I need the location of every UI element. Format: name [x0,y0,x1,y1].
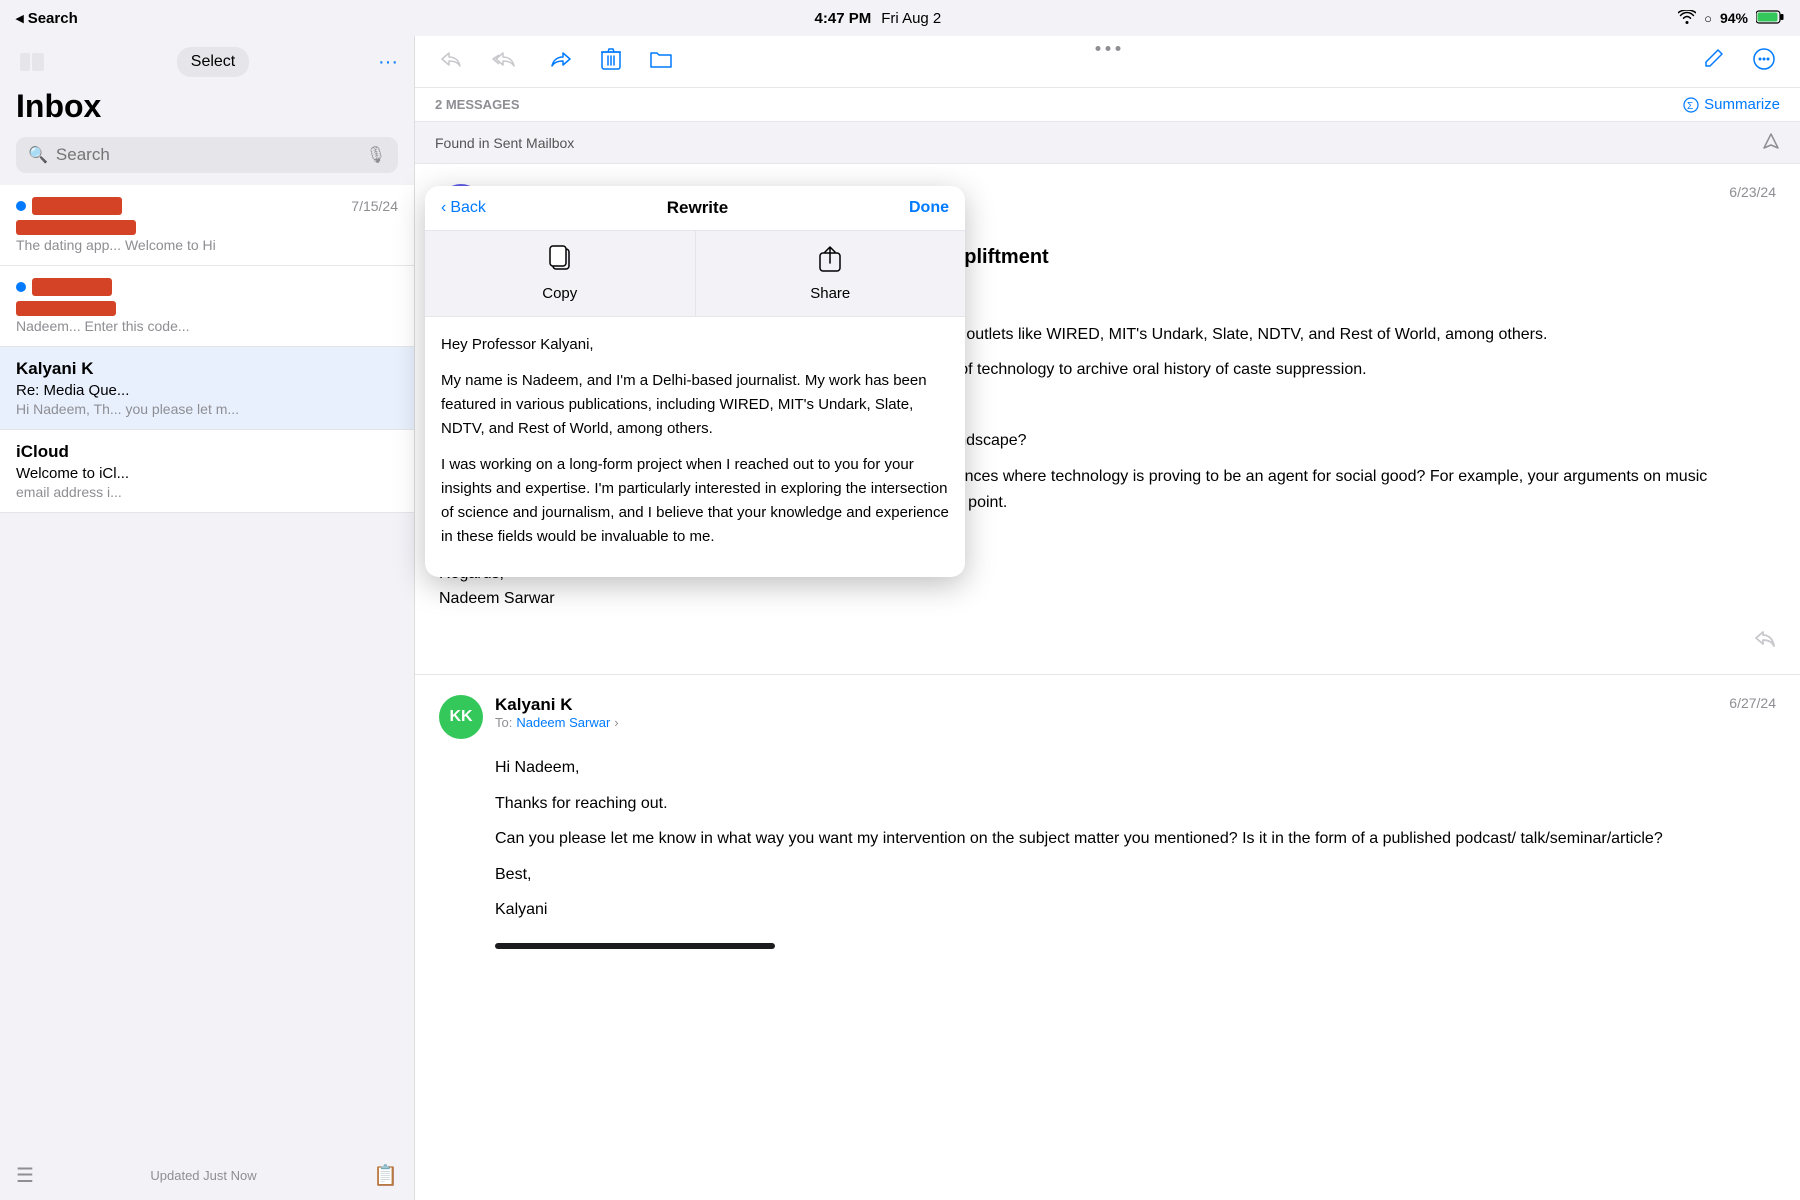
to-name-link[interactable]: Nadeem Sarwar [516,715,610,730]
email-message-2: KK Kalyani K To: Nadeem Sarwar › 6/27/24… [415,675,1800,969]
found-in-bar: Found in Sent Mailbox [415,122,1800,164]
rewrite-actions: Copy Share [425,231,965,317]
mail-date: 7/15/24 [351,198,398,214]
copy-icon [547,245,573,279]
mail-preview: The dating app... Welcome to Hi [16,237,398,253]
status-date: Fri Aug 2 [881,10,941,27]
sidebar-toolbar: Select ··· [0,36,414,88]
battery-label: 94% [1720,10,1748,26]
share-icon [818,245,842,279]
rewrite-overlay: ‹ Back Rewrite Done Copy [425,186,965,577]
status-back[interactable]: ◂ Search [16,9,78,27]
mail-preview: Hi Nadeem, Th... you please let m... [16,401,398,417]
send-icon [1762,132,1780,153]
mail-subject: Re: Media Que... [16,382,398,399]
list-icon[interactable]: ☰ [16,1163,34,1188]
messages-count: 2 MESSAGES [435,97,520,112]
top-dots [1095,46,1120,51]
mail-subject [16,299,398,316]
mail-preview: Nadeem... Enter this code... [16,318,398,334]
rewrite-title: Rewrite [667,198,728,218]
content-panel: 2 MESSAGES Σ Summarize Found in Sent Mai… [415,36,1800,1200]
mic-icon[interactable]: 🎙 [366,145,386,165]
search-icon: 🔍 [28,145,48,165]
mail-subject [16,218,398,235]
messages-count-bar: 2 MESSAGES Σ Summarize [415,88,1800,122]
mail-sender [16,197,122,215]
reply-icon[interactable] [1754,630,1776,654]
copy-label: Copy [542,285,577,302]
status-bar: ◂ Search 4:47 PM Fri Aug 2 ○ 94% [0,0,1800,36]
email-date: 6/23/24 [1729,184,1776,200]
copy-button[interactable]: Copy [425,231,696,316]
mail-subject: Welcome to iCl... [16,465,398,482]
rewrite-done-button[interactable]: Done [909,199,949,217]
select-button[interactable]: Select [177,47,249,77]
mail-preview: email address i... [16,484,398,500]
share-button[interactable]: Share [696,231,966,316]
footer-updated-text: Updated Just Now [150,1168,256,1183]
note-icon[interactable]: 📋 [373,1163,398,1188]
content-toolbar [415,36,1800,88]
search-input[interactable] [56,145,358,165]
mail-item[interactable]: Nadeem... Enter this code... [0,266,414,347]
mail-sender: Kalyani K [16,359,93,379]
sidebar-toggle-button[interactable] [16,49,48,75]
rewrite-content: Hey Professor Kalyani, My name is Nadeem… [425,317,965,577]
sidebar-footer: ☰ Updated Just Now 📋 [0,1151,414,1200]
battery-icon [1756,10,1784,27]
trash-button[interactable] [597,44,625,80]
compose-button[interactable] [1698,44,1728,80]
svg-text:Σ: Σ [1687,101,1693,112]
forward-button[interactable] [545,45,577,79]
mail-sender: iCloud [16,442,69,462]
mail-item-kalyani[interactable]: Kalyani K Re: Media Que... Hi Nadeem, Th… [0,347,414,430]
mail-item[interactable]: 7/15/24 The dating app... Welcome to Hi [0,185,414,266]
inbox-title: Inbox [0,88,414,133]
search-bar: 🔍 🎙 [16,137,398,173]
second-email-to: To: Nadeem Sarwar › [495,715,1717,730]
summarize-button[interactable]: Σ Summarize [1683,96,1780,113]
second-email-date: 6/27/24 [1729,695,1776,711]
signal-icon: ○ [1704,11,1712,26]
avatar-kk: KK [439,695,483,739]
more-button[interactable]: ··· [378,51,398,74]
rewrite-back-button[interactable]: ‹ Back [441,199,486,217]
second-email-sender: Kalyani K [495,695,1717,715]
more-options-button[interactable] [1748,43,1780,81]
reply-button[interactable] [435,45,467,79]
status-time: 4:47 PM [815,10,872,27]
sidebar: Select ··· Inbox 🔍 🎙 7/15/24 Th [0,36,415,1200]
mail-sender [16,278,112,296]
reply-all-button[interactable] [487,45,525,79]
wifi-icon [1678,10,1696,27]
folder-button[interactable] [645,45,677,79]
mail-item-icloud[interactable]: iCloud Welcome to iCl... email address i… [0,430,414,513]
found-in-text: Found in Sent Mailbox [435,135,574,151]
rewrite-header: ‹ Back Rewrite Done [425,186,965,231]
mail-list: 7/15/24 The dating app... Welcome to Hi [0,185,414,1151]
second-email-body: Hi Nadeem, Thanks for reaching out. Can … [439,755,1776,949]
share-label: Share [810,285,850,302]
